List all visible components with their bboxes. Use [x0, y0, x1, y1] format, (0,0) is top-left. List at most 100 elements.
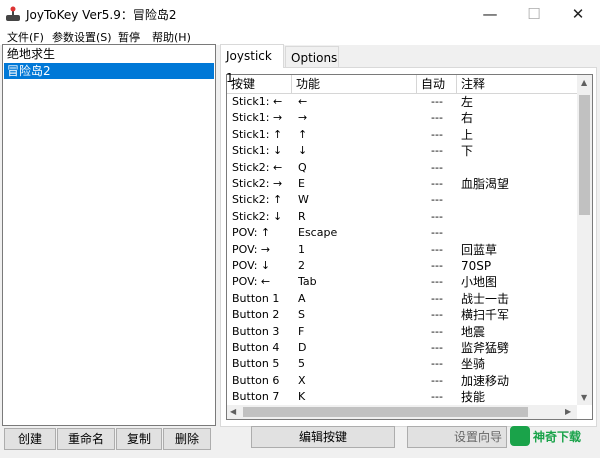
table-row[interactable]: Button 1 A --- 战士一击 [227, 291, 577, 307]
row-note-cell: 70SP [461, 259, 492, 273]
row-auto-cell: --- [431, 324, 443, 338]
menu-file[interactable]: 文件(F) [7, 29, 44, 45]
table-row[interactable]: Stick1: ↓ ↓ --- 下 [227, 143, 577, 159]
menu-settings[interactable]: 参数设置(S) [52, 29, 112, 45]
column-header-key[interactable]: 按键 [227, 75, 292, 93]
rename-button[interactable]: 重命名 [57, 428, 115, 450]
tab-joystick-1[interactable]: Joystick 1 [220, 44, 284, 85]
row-auto-cell: --- [431, 291, 443, 305]
table-row[interactable]: Button 5 5 --- 坐骑 [227, 356, 577, 372]
delete-button[interactable]: 删除 [163, 428, 211, 450]
row-auto-cell: --- [431, 275, 443, 289]
row-key-cell: Stick1: ↑ [232, 127, 283, 141]
table-row[interactable]: Button 6 X --- 加速移动 [227, 373, 577, 389]
close-button[interactable]: ✕ [556, 0, 600, 28]
tab-options[interactable]: Options [285, 46, 339, 68]
row-note-cell: 坐骑 [461, 357, 486, 372]
edit-button[interactable]: 编辑按键 [251, 426, 395, 448]
row-key-cell: Stick2: ← [232, 160, 283, 174]
copy-button[interactable]: 复制 [116, 428, 162, 450]
vertical-scrollbar[interactable]: ▲ ▼ [577, 75, 592, 405]
row-function-cell: → [298, 111, 308, 125]
table-row[interactable]: POV: ↑ Escape --- [227, 225, 577, 241]
table-header: 按键 功能 自动 注释 [227, 75, 577, 94]
profile-item[interactable]: 绝地求生 [4, 46, 214, 62]
row-auto-cell: --- [431, 341, 443, 354]
scroll-up-arrow-icon[interactable]: ▲ [581, 78, 587, 87]
row-note-cell: 战士一击 [461, 291, 510, 306]
row-auto-cell: --- [431, 193, 443, 207]
row-auto-cell: --- [431, 209, 443, 223]
table-row[interactable]: POV: ← Tab --- 小地图 [227, 274, 577, 290]
create-button[interactable]: 创建 [4, 428, 56, 450]
row-key-cell: Stick2: → [232, 177, 283, 190]
column-header-function[interactable]: 功能 [292, 75, 417, 93]
table-row[interactable]: Stick2: → E --- 血脂渴望 [227, 176, 577, 192]
assignment-table[interactable]: 按键 功能 自动 注释 Stick1: ← ← --- 左 Stick1: → → --- 右… [226, 74, 593, 420]
minimize-button[interactable]: — [468, 0, 512, 28]
menu-pause[interactable]: 暂停 [118, 29, 140, 45]
row-function-cell: D [298, 341, 307, 354]
row-note-cell [461, 225, 571, 241]
row-auto-cell: --- [431, 308, 443, 322]
scroll-down-arrow-icon[interactable]: ▼ [581, 393, 587, 402]
table-row[interactable]: Stick2: ← Q --- [227, 160, 577, 176]
table-row[interactable]: Stick1: → → --- 右 [227, 110, 577, 126]
row-function-cell: 2 [298, 259, 305, 272]
scroll-right-arrow-icon[interactable]: ▶ [565, 407, 571, 416]
table-row[interactable]: POV: ↓ 2 --- 70SP [227, 258, 577, 274]
table-row[interactable]: Stick2: ↑ W --- [227, 192, 577, 208]
table-row[interactable]: Stick1: ↑ ↑ --- 上 [227, 127, 577, 143]
row-note-cell: 横扫千军 [461, 308, 510, 323]
row-note-cell: 左 [461, 95, 474, 109]
app-window: JoyToKey Ver5.9：冒险岛2 — ☐ ✕ 文件(F) 参数设置(S)… [0, 0, 600, 458]
row-function-cell: W [298, 193, 309, 207]
setup-wizard-button[interactable]: 设置向导 [407, 426, 507, 448]
row-key-cell: Button 1 [232, 291, 280, 305]
row-note-cell [461, 160, 571, 176]
row-auto-cell: --- [431, 111, 443, 125]
row-note-cell: 下 [461, 144, 474, 159]
row-auto-cell: --- [431, 390, 443, 404]
table-row[interactable]: Button 2 S --- 横扫千军 [227, 307, 577, 323]
column-header-note[interactable]: 注释 [457, 75, 577, 93]
watermark-text: 神奇下载 [533, 430, 582, 444]
row-function-cell: ← [298, 95, 308, 108]
row-auto-cell: --- [431, 127, 443, 141]
maximize-button[interactable]: ☐ [512, 0, 556, 28]
profile-list[interactable]: 绝地求生 冒险岛2 [2, 44, 216, 426]
row-key-cell: Stick1: ← [232, 95, 283, 108]
watermark: 神奇下载 [510, 425, 598, 447]
row-function-cell: F [298, 324, 305, 338]
column-header-auto[interactable]: 自动 [417, 75, 457, 93]
table-row[interactable]: POV: → 1 --- 回蓝草 [227, 242, 577, 258]
table-row[interactable]: Button 4 D --- 监斧猛劈 [227, 340, 577, 356]
row-key-cell: Stick2: ↑ [232, 193, 283, 207]
row-function-cell: R [298, 209, 306, 223]
row-auto-cell: --- [431, 242, 443, 256]
row-auto-cell: --- [431, 357, 443, 371]
row-function-cell: ↑ [298, 127, 308, 141]
table-row[interactable]: Button 7 K --- 技能 [227, 389, 577, 405]
scroll-left-arrow-icon[interactable]: ◀ [230, 407, 236, 416]
table-row[interactable]: Stick2: ↓ R --- [227, 209, 577, 225]
row-note-cell: 加速移动 [461, 373, 510, 388]
row-function-cell: X [298, 373, 306, 387]
menu-bar: 文件(F) 参数设置(S) 暂停 帮助(H) [0, 28, 600, 45]
row-function-cell: Q [298, 160, 307, 174]
row-function-cell: 5 [298, 357, 305, 371]
row-function-cell: 1 [298, 242, 305, 256]
row-key-cell: Button 6 [232, 373, 280, 387]
horizontal-scrollbar[interactable]: ◀ ▶ [227, 405, 577, 419]
vertical-scroll-thumb[interactable] [579, 95, 590, 215]
row-function-cell: A [298, 291, 306, 305]
row-key-cell: POV: ↓ [232, 259, 271, 272]
profile-item-selected[interactable]: 冒险岛2 [4, 63, 214, 79]
horizontal-scroll-thumb[interactable] [243, 407, 528, 417]
row-note-cell [461, 192, 571, 208]
table-row[interactable]: Stick1: ← ← --- 左 [227, 94, 577, 110]
row-auto-cell: --- [431, 95, 443, 108]
table-row[interactable]: Button 3 F --- 地震 [227, 324, 577, 340]
menu-help[interactable]: 帮助(H) [152, 29, 191, 45]
row-key-cell: Button 5 [232, 357, 280, 371]
